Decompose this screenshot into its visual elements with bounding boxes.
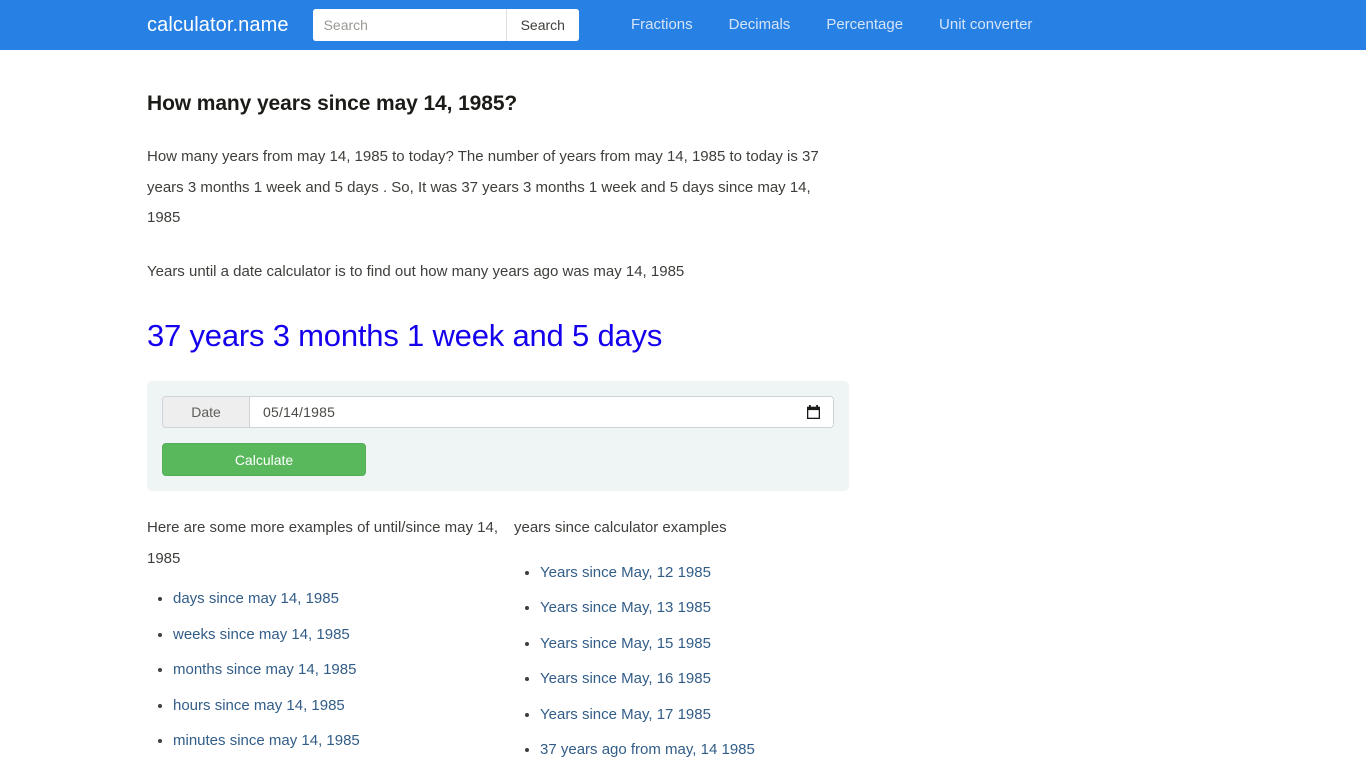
calculator-panel: Date 05/14/1985 Calculate xyxy=(147,381,849,491)
examples-left-list: days since may 14, 1985 weeks since may … xyxy=(147,588,499,768)
examples-left-intro: Here are some more examples of until/sin… xyxy=(147,519,498,567)
list-item[interactable]: weeks since may 14, 1985 xyxy=(173,624,499,646)
example-link-may-16[interactable]: Years since May, 16 1985 xyxy=(540,670,711,687)
nav-link-unit-converter[interactable]: Unit converter xyxy=(921,0,1050,50)
calendar-icon[interactable] xyxy=(807,405,820,419)
date-input-group: Date 05/14/1985 xyxy=(162,396,834,428)
example-link-may-17[interactable]: Years since May, 17 1985 xyxy=(540,706,711,723)
list-item[interactable]: 37 years ago from may, 14 1985 xyxy=(540,739,849,761)
nav-links: Fractions Decimals Percentage Unit conve… xyxy=(613,0,1050,50)
list-item[interactable]: Years since May, 13 1985 xyxy=(540,597,849,619)
examples-right-intro: years since calculator examples xyxy=(514,519,727,536)
example-link-hours[interactable]: hours since may 14, 1985 xyxy=(173,697,345,714)
example-link-years-ago[interactable]: 37 years ago from may, 14 1985 xyxy=(540,741,755,758)
example-link-may-13[interactable]: Years since May, 13 1985 xyxy=(540,599,711,616)
page-container: How many years since may 14, 1985? How m… xyxy=(0,90,1366,768)
example-link-weeks[interactable]: weeks since may 14, 1985 xyxy=(173,626,350,643)
nav-link-percentage[interactable]: Percentage xyxy=(808,0,921,50)
description-paragraph: Years until a date calculator is to find… xyxy=(147,262,685,280)
examples-right-list: Years since May, 12 1985 Years since May… xyxy=(514,562,849,762)
search-form: Search xyxy=(312,9,579,41)
examples-left-column: Here are some more examples of until/sin… xyxy=(147,513,514,768)
nav-item-fractions[interactable]: Fractions xyxy=(613,0,711,50)
example-link-minutes[interactable]: minutes since may 14, 1985 xyxy=(173,732,360,749)
nav-link-fractions[interactable]: Fractions xyxy=(613,0,711,50)
examples-right-column: years since calculator examples Years si… xyxy=(514,513,849,768)
date-input[interactable]: 05/14/1985 xyxy=(250,397,833,427)
list-item[interactable]: Years since May, 17 1985 xyxy=(540,704,849,726)
brand-logo[interactable]: calculator.name xyxy=(147,15,289,35)
list-item[interactable]: days since may 14, 1985 xyxy=(173,588,499,610)
top-navbar: calculator.name Search Fractions Decimal… xyxy=(0,0,1366,50)
list-item[interactable]: Years since May, 15 1985 xyxy=(540,633,849,655)
date-input-value: 05/14/1985 xyxy=(263,404,336,420)
list-item[interactable]: Years since May, 12 1985 xyxy=(540,562,849,584)
list-item[interactable]: minutes since may 14, 1985 xyxy=(173,730,499,752)
nav-item-decimals[interactable]: Decimals xyxy=(711,0,809,50)
nav-link-decimals[interactable]: Decimals xyxy=(711,0,809,50)
nav-item-percentage[interactable]: Percentage xyxy=(808,0,921,50)
result-heading: 37 years 3 months 1 week and 5 days xyxy=(147,318,663,353)
main-content: How many years since may 14, 1985? How m… xyxy=(147,90,850,768)
list-item[interactable]: Years since May, 16 1985 xyxy=(540,668,849,690)
example-link-may-15[interactable]: Years since May, 15 1985 xyxy=(540,635,711,652)
nav-item-unit-converter[interactable]: Unit converter xyxy=(921,0,1050,50)
example-link-may-12[interactable]: Years since May, 12 1985 xyxy=(540,564,711,581)
search-button[interactable]: Search xyxy=(505,9,579,41)
example-link-months[interactable]: months since may 14, 1985 xyxy=(173,661,356,678)
list-item[interactable]: months since may 14, 1985 xyxy=(173,659,499,681)
example-link-days[interactable]: days since may 14, 1985 xyxy=(173,590,339,607)
page-title: How many years since may 14, 1985? xyxy=(147,92,518,115)
calculate-button[interactable]: Calculate xyxy=(162,443,366,476)
examples-section: Here are some more examples of until/sin… xyxy=(147,513,850,768)
search-input[interactable] xyxy=(312,9,506,41)
date-label: Date xyxy=(163,397,250,427)
intro-paragraph: How many years from may 14, 1985 to toda… xyxy=(147,148,819,226)
list-item[interactable]: hours since may 14, 1985 xyxy=(173,695,499,717)
